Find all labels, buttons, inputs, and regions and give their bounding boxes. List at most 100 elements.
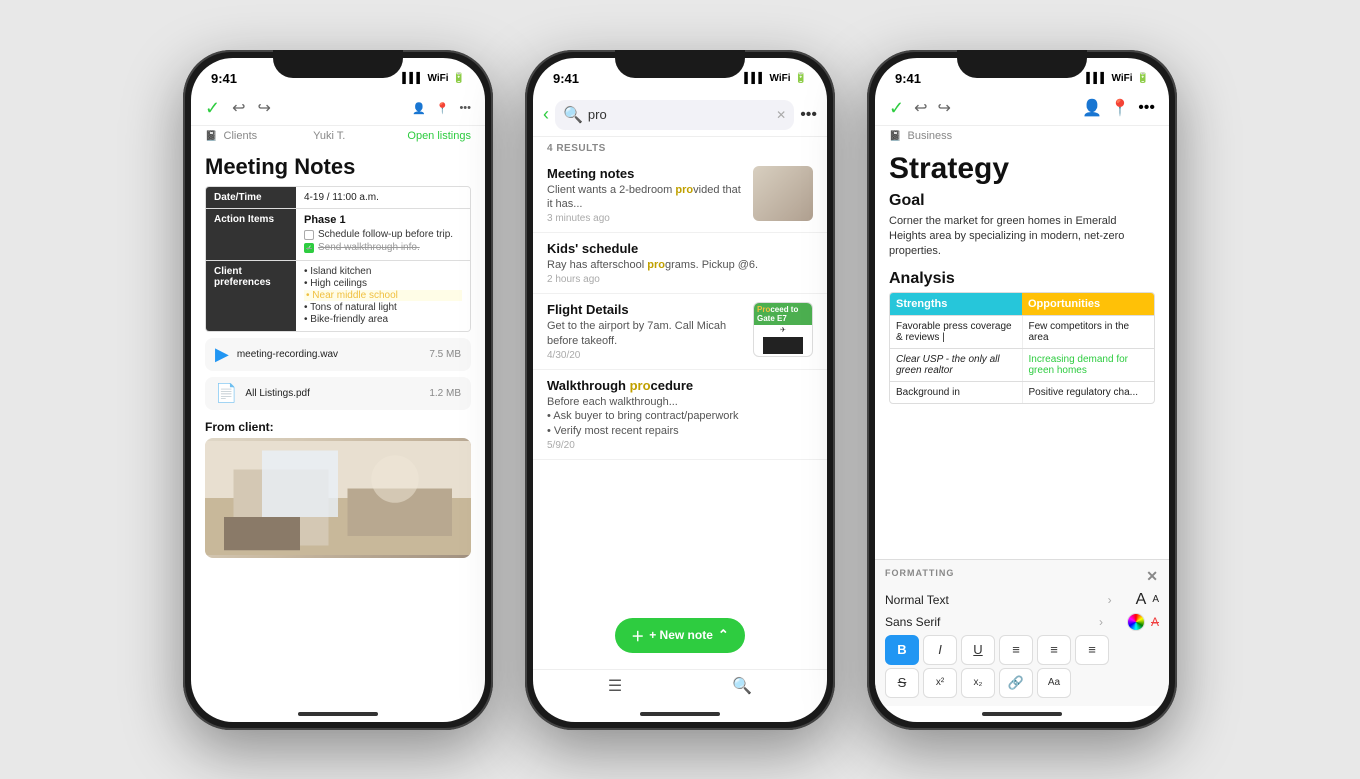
breadcrumb-clients[interactable]: Clients — [224, 130, 258, 142]
search-nav-icon[interactable]: 🔍 — [732, 676, 752, 696]
format-row-font: Sans Serif › A — [885, 613, 1159, 631]
italic-button[interactable]: I — [923, 635, 957, 665]
notch-1 — [273, 50, 403, 78]
text-size-small-button[interactable]: A — [1152, 594, 1159, 605]
redo-button-1[interactable]: ↪ — [258, 98, 271, 118]
result-flight-title: Flight Details — [547, 302, 745, 317]
signal-icon-3: ▌▌▌ — [1086, 73, 1107, 84]
battery-icon-3: 🔋 — [1137, 73, 1149, 84]
formatting-panel-title: FORMATTING ✕ — [885, 568, 1159, 585]
battery-icon-1: 🔋 — [453, 73, 465, 84]
result-flight-time: 4/30/20 — [547, 350, 745, 361]
more-icon-1[interactable]: ••• — [459, 102, 471, 114]
back-button[interactable]: ‹ — [543, 104, 549, 125]
open-listings-label[interactable]: Open listings — [407, 130, 471, 142]
pref-item-4: • Tons of natural light — [304, 302, 462, 313]
undo-button-3[interactable]: ↩ — [914, 98, 927, 118]
menu-icon[interactable]: ☰ — [608, 676, 622, 696]
swot-table: Strengths Opportunities Favorable press … — [889, 292, 1155, 404]
meeting-notes-title: Meeting Notes — [191, 146, 485, 186]
new-note-button[interactable]: ＋ + New note ⌃ — [615, 618, 745, 653]
search-more-button[interactable]: ••• — [800, 106, 817, 124]
home-indicator-1 — [298, 712, 378, 716]
result-kids-excerpt: Ray has afterschool programs. Pickup @6. — [547, 258, 813, 272]
search-result-kids-schedule[interactable]: Kids' schedule Ray has afterschool progr… — [533, 233, 827, 294]
highlight-pro-1: pro — [675, 184, 693, 196]
search-result-meeting-notes-content: Meeting notes Client wants a 2-bedroom p… — [547, 166, 745, 225]
toolbar-1: ✓ ↩ ↪ 👤 📍 ••• — [191, 94, 485, 126]
search-result-flight-content: Flight Details Get to the airport by 7am… — [547, 302, 745, 361]
align-center-button[interactable]: ≡ — [1037, 635, 1071, 665]
color-picker-button[interactable] — [1127, 613, 1145, 631]
clear-search-icon[interactable]: ✕ — [776, 108, 786, 122]
date-header: Date/Time — [206, 187, 296, 208]
swot-row-2: Clear USP - the only all green realtor I… — [890, 348, 1154, 381]
client-photo — [205, 438, 471, 558]
style-chevron[interactable]: › — [1108, 593, 1112, 607]
search-input[interactable]: pro — [588, 107, 771, 122]
subscript-button[interactable]: x₂ — [961, 668, 995, 698]
swot-strengths-header: Strengths — [890, 293, 1022, 315]
done-button-3[interactable]: ✓ — [889, 98, 904, 119]
align-right-button[interactable]: ≡ — [1075, 635, 1109, 665]
done-button-1[interactable]: ✓ — [205, 98, 220, 119]
pref-item-3-highlighted: • Near middle school — [304, 290, 462, 301]
checkbox-followup-box[interactable] — [304, 230, 314, 240]
style-label[interactable]: Normal Text — [885, 593, 1102, 607]
attachment-wav[interactable]: ▶ meeting-recording.wav 7.5 MB — [205, 338, 471, 371]
checkbox-walkthrough-box[interactable]: ✓ — [304, 243, 314, 253]
swot-row-3: Background in Positive regulatory cha... — [890, 381, 1154, 403]
clear-format-button[interactable]: Aa — [1037, 668, 1071, 698]
close-formatting-button[interactable]: ✕ — [1146, 568, 1159, 585]
pin-icon-1[interactable]: 📍 — [436, 102, 450, 115]
analysis-heading: Analysis — [875, 266, 1169, 292]
redo-button-3[interactable]: ↪ — [938, 98, 951, 118]
date-value: 4-19 / 11:00 a.m. — [296, 187, 470, 208]
wifi-icon-1: WiFi — [428, 73, 449, 84]
home-bar-3 — [875, 706, 1169, 722]
breadcrumb-business[interactable]: Business — [908, 130, 953, 142]
search-result-walkthrough[interactable]: Walkthrough procedure Before each walkth… — [533, 370, 827, 460]
text-size-large-button[interactable]: A — [1136, 591, 1147, 609]
status-time-3: 9:41 — [895, 71, 921, 86]
underline-button[interactable]: U — [961, 635, 995, 665]
result-walkthrough-title: Walkthrough procedure — [547, 378, 813, 393]
breadcrumb-bar-1: 📓 Clients Yuki T. Open listings — [191, 126, 485, 146]
swot-headers: Strengths Opportunities — [890, 293, 1154, 315]
person-icon-1[interactable]: 👤 — [412, 102, 426, 115]
search-result-meeting-notes[interactable]: Meeting notes Client wants a 2-bedroom p… — [533, 158, 827, 234]
result-meeting-time: 3 minutes ago — [547, 213, 745, 224]
font-chevron[interactable]: › — [1099, 615, 1103, 629]
attachment-pdf[interactable]: 📄 All Listings.pdf 1.2 MB — [205, 377, 471, 410]
pin-icon-3[interactable]: 📍 — [1110, 98, 1130, 118]
wifi-icon-3: WiFi — [1112, 73, 1133, 84]
checkbox-followup-text: Schedule follow-up before trip. — [318, 229, 453, 240]
signal-icon-1: ▌▌▌ — [402, 73, 423, 84]
strikethrough-button[interactable]: S — [885, 668, 919, 698]
table-row-datetime: Date/Time 4-19 / 11:00 a.m. — [206, 187, 470, 209]
phase-label: Phase 1 — [304, 214, 462, 226]
search-bar[interactable]: 🔍 pro ✕ — [555, 100, 794, 130]
font-label[interactable]: Sans Serif — [885, 615, 1093, 629]
person-icon-3[interactable]: 👤 — [1082, 98, 1102, 118]
link-button[interactable]: 🔗 — [999, 668, 1033, 698]
superscript-button[interactable]: x² — [923, 668, 957, 698]
undo-button-1[interactable]: ↩ — [232, 98, 245, 118]
align-left-button[interactable]: ≡ — [999, 635, 1033, 665]
table-row-action-items: Action Items Phase 1 Schedule follow-up … — [206, 209, 470, 261]
from-client-label: From client: — [191, 416, 485, 438]
more-icon-3[interactable]: ••• — [1138, 99, 1155, 117]
bold-button[interactable]: B — [885, 635, 919, 665]
battery-icon-2: 🔋 — [795, 73, 807, 84]
boarding-pass-header: Proceed to Gate E7 — [754, 303, 812, 325]
notebook-icon-3: 📓 — [889, 131, 901, 142]
search-result-kids-content: Kids' schedule Ray has afterschool progr… — [547, 241, 813, 285]
phone-1: 9:41 ▌▌▌ WiFi 🔋 ✓ ↩ ↪ 👤 📍 ••• 📓 — [183, 50, 493, 730]
bottom-nav-2: ☰ 🔍 — [533, 669, 827, 706]
prefs-content: • Island kitchen • High ceilings • Near … — [296, 261, 470, 331]
search-result-flight[interactable]: Flight Details Get to the airport by 7am… — [533, 294, 827, 370]
format-button-row: B I U ≡ ≡ ≡ — [885, 635, 1159, 665]
status-icons-2: ▌▌▌ WiFi 🔋 — [744, 73, 807, 84]
text-style-clear-button[interactable]: A — [1151, 615, 1159, 629]
chevron-up-icon: ⌃ — [718, 627, 729, 643]
